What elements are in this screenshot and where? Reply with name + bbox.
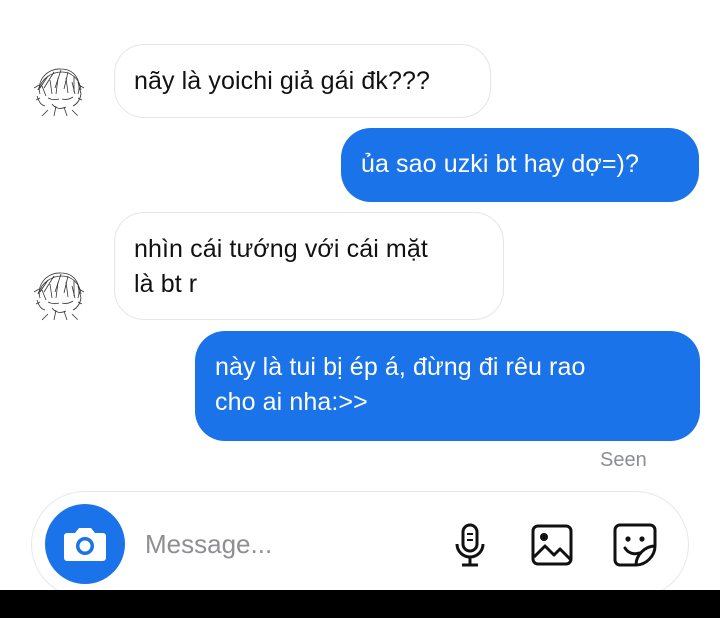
gallery-button[interactable]	[529, 522, 575, 568]
outgoing-message[interactable]: ủa sao uzki bt hay dợ=)?	[341, 128, 699, 202]
message-text: nãy là yoichi giả gái đk???	[134, 67, 430, 95]
message-input[interactable]: Message...	[145, 529, 272, 560]
message-composer: Message...	[31, 491, 689, 598]
chat-screen: nãy là yoichi giả gái đk??? ủa sao uzki …	[0, 0, 720, 598]
message-text: này là tui bị ép á, đừng đi rêu rao	[215, 353, 586, 381]
system-navigation-bar	[0, 590, 720, 618]
message-text: cho ai nha:>>	[215, 388, 368, 416]
camera-icon	[64, 528, 106, 561]
message-text: ủa sao uzki bt hay dợ=)?	[361, 150, 639, 178]
sketch-avatar-icon	[33, 68, 85, 117]
message-text: là bt r	[134, 270, 198, 298]
image-icon	[531, 524, 573, 566]
incoming-message[interactable]: nhìn cái tướng với cái mặt là bt r	[114, 212, 504, 320]
incoming-message[interactable]: nãy là yoichi giả gái đk???	[114, 44, 491, 118]
camera-button[interactable]	[45, 504, 125, 584]
microphone-button[interactable]	[447, 522, 493, 568]
contact-avatar[interactable]	[28, 264, 90, 326]
microphone-icon	[455, 523, 485, 567]
sticker-icon	[613, 523, 657, 567]
sketch-avatar-icon	[33, 272, 85, 321]
seen-indicator: Seen	[600, 449, 647, 471]
outgoing-message[interactable]: này là tui bị ép á, đừng đi rêu rao cho …	[195, 331, 700, 441]
contact-avatar[interactable]	[28, 60, 90, 122]
sticker-button[interactable]	[612, 522, 658, 568]
message-text: nhìn cái tướng với cái mặt	[134, 235, 428, 263]
